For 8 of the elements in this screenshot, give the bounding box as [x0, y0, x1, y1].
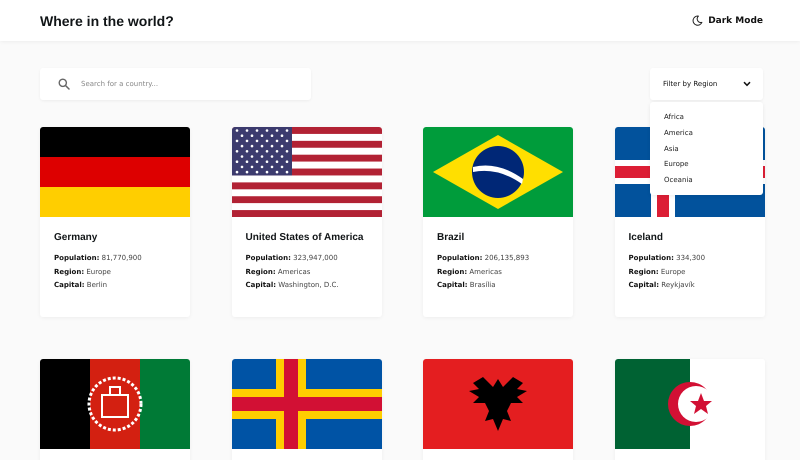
country-name: Germany	[54, 232, 98, 243]
chevron-down-icon	[743, 81, 751, 87]
site-title: Where in the world?	[40, 12, 174, 28]
country-name: Iceland	[628, 232, 663, 243]
moon-icon	[692, 15, 704, 26]
country-name: Brazil	[437, 232, 464, 243]
country-name: United States of America	[246, 232, 364, 243]
dark-mode-toggle[interactable]: Dark Mode	[692, 15, 763, 26]
